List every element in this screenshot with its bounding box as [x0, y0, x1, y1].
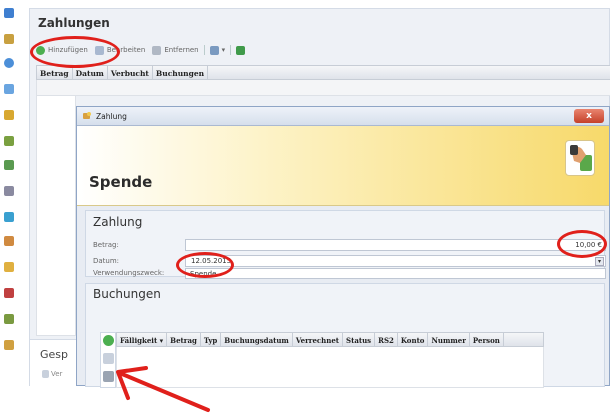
payments-grid-body	[36, 96, 76, 336]
column-header[interactable]: Typ	[201, 333, 222, 346]
remove-icon[interactable]	[152, 45, 162, 55]
date-label: Datum:	[93, 257, 120, 265]
donation-icon	[565, 140, 595, 176]
bookings-side-toolbar	[100, 332, 116, 388]
section-title: Zahlung	[93, 215, 143, 229]
payments-grid-header: Betrag Datum Verbucht Buchungen	[36, 65, 610, 80]
payment-section: Zahlung Betrag: 10,00 € Datum: 12.05.201…	[85, 210, 606, 279]
section-title: Buchungen	[93, 287, 161, 301]
lower-panel: Gesp Ver	[30, 339, 76, 387]
chart-icon[interactable]	[4, 236, 14, 246]
edit-booking-icon[interactable]	[103, 353, 114, 364]
toolbar-divider	[230, 45, 232, 55]
column-header[interactable]: Betrag	[37, 66, 73, 79]
hand-coin-icon	[82, 111, 92, 121]
column-header[interactable]: Konto	[398, 333, 429, 346]
column-header[interactable]: Nummer	[428, 333, 470, 346]
dialog-titlebar[interactable]: Zahlung x	[77, 107, 609, 126]
highlight-purpose-ring	[176, 252, 234, 278]
highlight-add-ring	[30, 36, 120, 68]
delete-booking-icon[interactable]	[103, 371, 114, 382]
dropdown-arrow-icon[interactable]: ▾	[222, 46, 226, 54]
toolbar-divider	[203, 45, 205, 55]
list-icon[interactable]	[4, 160, 14, 170]
map-icon[interactable]	[4, 314, 14, 324]
close-button[interactable]: x	[574, 109, 604, 123]
payments-grid-row[interactable]	[36, 80, 610, 96]
panel-title: Zahlungen	[38, 16, 110, 30]
dialog-banner: Spende	[77, 126, 609, 206]
amount-label: Betrag:	[93, 241, 119, 249]
column-header[interactable]: Verrechnet	[293, 333, 344, 346]
lower-panel-title: Gesp	[40, 348, 69, 361]
pin-icon[interactable]	[4, 212, 14, 222]
column-header[interactable]: Betrag	[167, 333, 201, 346]
dialog-title: Zahlung	[96, 112, 127, 121]
globe-icon[interactable]	[4, 58, 14, 68]
amount-input[interactable]: 10,00 €	[185, 239, 606, 251]
column-header[interactable]: Buchungsdatum	[221, 333, 293, 346]
column-header[interactable]: Fälligkeit ▾	[117, 333, 168, 346]
bookings-grid-header: Fälligkeit ▾ Betrag Typ Buchungsdatum Ve…	[116, 332, 544, 347]
payment-dialog: Zahlung x Spende Zahlung Betrag: 10,00 €…	[76, 106, 610, 388]
column-header[interactable]: Status	[343, 333, 376, 346]
purpose-label: Verwendungszweck:	[93, 269, 165, 277]
columns-icon[interactable]	[209, 45, 219, 55]
remove-button[interactable]: Entfernen	[164, 46, 198, 54]
column-header[interactable]: Verbucht	[108, 66, 153, 79]
column-header[interactable]: Buchungen	[153, 66, 209, 79]
add-booking-icon[interactable]	[103, 335, 114, 346]
purpose-input[interactable]: Spende	[185, 268, 606, 279]
calendar-icon[interactable]	[4, 84, 14, 94]
excel-icon[interactable]	[236, 45, 246, 55]
bookings-grid-body	[116, 347, 544, 388]
money-icon[interactable]	[4, 262, 14, 272]
lower-panel-button[interactable]: Ver	[42, 370, 62, 378]
group-icon[interactable]	[4, 136, 14, 146]
tree-icon[interactable]	[4, 288, 14, 298]
tool-icon[interactable]	[4, 186, 14, 196]
contacts-icon[interactable]	[4, 8, 14, 18]
banner-title: Spende	[89, 173, 153, 191]
left-icon-bar	[0, 0, 18, 386]
highlight-amount-ring	[557, 230, 607, 258]
person-icon[interactable]	[4, 34, 14, 44]
column-header[interactable]: RS2	[375, 333, 398, 346]
edit-icon[interactable]	[4, 110, 14, 120]
bookings-section: Buchungen Fälligkeit ▾ Betrag Typ Buchun…	[85, 283, 605, 388]
column-header[interactable]: Person	[470, 333, 504, 346]
folder-icon[interactable]	[4, 340, 14, 350]
document-icon	[42, 370, 49, 378]
lower-button-label: Ver	[51, 370, 63, 378]
date-input[interactable]: 12.05.2015 ▾	[185, 255, 606, 267]
date-picker-icon[interactable]: ▾	[595, 257, 604, 266]
